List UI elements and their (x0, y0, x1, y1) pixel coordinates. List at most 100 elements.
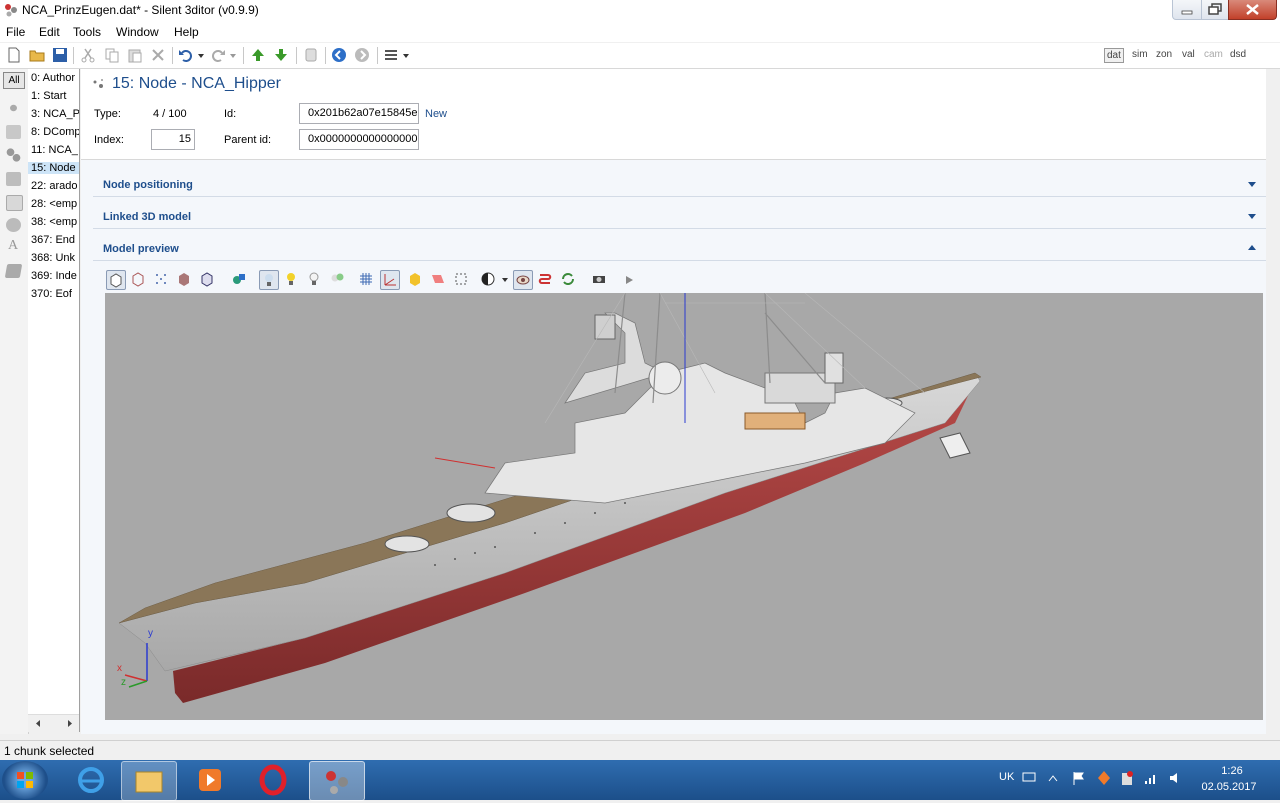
plane-icon[interactable] (429, 270, 449, 290)
chunk-list-hscroll[interactable] (28, 714, 79, 732)
opera-taskbar-button[interactable] (246, 761, 300, 799)
restore-button[interactable] (1201, 0, 1229, 20)
chevron-down-icon[interactable] (1248, 182, 1256, 187)
textured-cube-icon[interactable] (175, 270, 195, 290)
parent-id-field[interactable]: 0x0000000000000000 (299, 129, 419, 150)
tab-val[interactable]: val (1180, 48, 1197, 61)
filter-all-button[interactable]: All (3, 72, 25, 89)
wire-cube-icon[interactable] (129, 270, 149, 290)
chunk-list-item[interactable]: 15: Node (28, 162, 79, 174)
light-multi-icon[interactable] (328, 270, 348, 290)
scroll-left-icon[interactable] (34, 719, 42, 728)
chunk-list-item[interactable]: 38: <emp (31, 216, 77, 228)
filter-documents-icon[interactable] (6, 195, 23, 211)
pointer-icon[interactable] (303, 47, 319, 63)
filter-models-icon[interactable] (6, 125, 21, 139)
media-player-taskbar-button[interactable] (183, 761, 237, 799)
view-mode-dropdown-icon[interactable] (401, 47, 411, 63)
delete-icon[interactable] (150, 47, 166, 63)
menu-help[interactable]: Help (174, 25, 199, 39)
filter-text-icon[interactable]: A (8, 238, 18, 254)
menu-edit[interactable]: Edit (39, 25, 60, 39)
chevron-up-icon[interactable] (1248, 245, 1256, 250)
shading-icon[interactable] (479, 270, 499, 290)
chunk-list-item[interactable]: 11: NCA_ (31, 144, 78, 156)
filter-sounds-icon[interactable] (6, 218, 21, 232)
chunk-list-item[interactable]: 22: arado (31, 180, 77, 192)
redo-dropdown-icon[interactable] (228, 47, 238, 63)
light-white-icon[interactable] (305, 270, 325, 290)
scroll-right-icon[interactable] (66, 719, 74, 728)
chunk-list-item[interactable]: 8: DComp (31, 126, 79, 138)
ie-taskbar-button[interactable] (64, 761, 118, 799)
move-down-icon[interactable] (273, 47, 289, 63)
grid-icon[interactable] (357, 270, 377, 290)
snake-icon[interactable] (536, 270, 556, 290)
language-indicator[interactable]: UK (999, 771, 1014, 783)
filter-textures-icon[interactable] (6, 172, 21, 186)
tab-cam[interactable]: cam (1202, 48, 1225, 61)
clock-time[interactable]: 1:26 (1200, 765, 1264, 777)
start-button[interactable] (2, 761, 48, 799)
model-viewport[interactable]: y x z (105, 293, 1263, 720)
chunk-list-item[interactable]: 28: <emp (31, 198, 77, 210)
section-linked-3d-model[interactable]: Linked 3D model (103, 211, 191, 223)
view-mode-icon[interactable] (383, 47, 399, 63)
filter-groups-icon[interactable] (6, 148, 21, 162)
explorer-taskbar-button[interactable] (121, 761, 177, 801)
main-vscroll[interactable] (1266, 69, 1280, 734)
network-icon[interactable] (1144, 771, 1158, 785)
undo-icon[interactable] (178, 47, 194, 63)
solid-cube-icon[interactable] (106, 270, 126, 290)
undo-dropdown-icon[interactable] (196, 47, 206, 63)
redo-icon[interactable] (210, 47, 226, 63)
chunk-list-item[interactable]: 368: Unk (31, 252, 75, 264)
minimize-button[interactable] (1172, 0, 1202, 20)
menu-file[interactable]: File (6, 25, 25, 39)
index-field[interactable]: 15 (151, 129, 195, 150)
security-icon[interactable] (1120, 770, 1134, 786)
light-yellow-icon[interactable] (282, 270, 302, 290)
light-bulb-icon[interactable] (259, 270, 279, 290)
section-model-preview[interactable]: Model preview (103, 243, 179, 255)
volume-icon[interactable] (1168, 771, 1182, 785)
new-file-icon[interactable] (6, 47, 22, 63)
new-id-link[interactable]: New (425, 108, 447, 120)
tray-expand-icon[interactable] (1048, 774, 1058, 782)
shapes-icon[interactable] (230, 270, 250, 290)
chunk-list-item[interactable]: 369: Inde (31, 270, 77, 282)
open-folder-icon[interactable] (29, 47, 45, 63)
tab-zon[interactable]: zon (1154, 48, 1174, 61)
keyboard-icon[interactable] (1022, 772, 1036, 782)
chunk-list-item[interactable]: 370: Eof (31, 288, 72, 300)
filter-misc-icon[interactable] (4, 264, 23, 278)
forward-icon[interactable] (354, 47, 370, 63)
back-icon[interactable] (331, 47, 347, 63)
chunk-list-item[interactable]: 367: End (31, 234, 75, 246)
copy-icon[interactable] (104, 47, 120, 63)
section-node-positioning[interactable]: Node positioning (103, 179, 193, 191)
move-up-icon[interactable] (250, 47, 266, 63)
avast-icon[interactable] (1096, 770, 1112, 786)
tab-dat[interactable]: dat (1104, 48, 1124, 63)
chunk-list[interactable]: 0: Author 1: Start 3: NCA_P 8: DComp 11: NCA… (28, 69, 80, 732)
play-icon[interactable] (624, 275, 634, 285)
chevron-down-icon[interactable] (1248, 214, 1256, 219)
points-icon[interactable] (152, 270, 172, 290)
action-center-flag-icon[interactable] (1072, 771, 1086, 785)
eye-icon[interactable] (513, 270, 533, 290)
refresh-icon[interactable] (559, 270, 579, 290)
cut-icon[interactable] (80, 47, 96, 63)
chunk-list-item[interactable]: 0: Author (31, 72, 75, 84)
silent3ditor-taskbar-button[interactable] (309, 761, 365, 801)
shading-dropdown-icon[interactable] (501, 276, 509, 284)
tab-sim[interactable]: sim (1130, 48, 1150, 61)
filter-nodes-icon[interactable] (6, 101, 21, 115)
axes-icon[interactable] (380, 270, 400, 290)
paste-icon[interactable] (127, 47, 143, 63)
chunk-list-item[interactable]: 3: NCA_P (31, 108, 79, 120)
clock-date[interactable]: 02.05.2017 (1194, 781, 1264, 793)
close-button[interactable] (1228, 0, 1277, 20)
chunk-list-item[interactable]: 1: Start (31, 90, 66, 102)
box-yellow-icon[interactable] (406, 270, 426, 290)
